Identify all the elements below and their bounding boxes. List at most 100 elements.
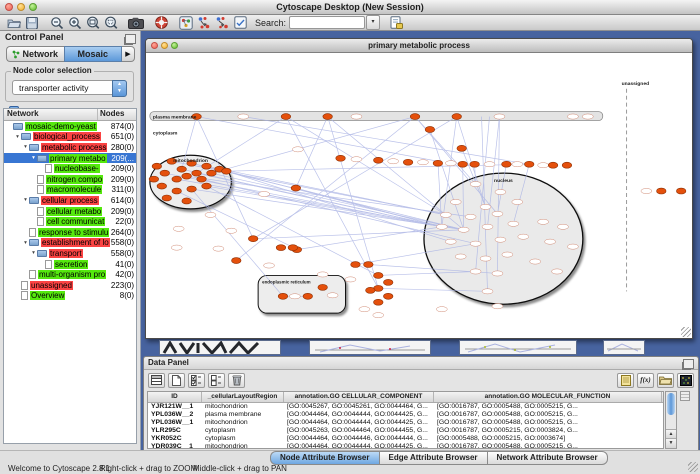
table-scrollbar[interactable]: ▲ ▼ bbox=[665, 391, 677, 449]
column-header-3[interactable]: annotation.GO MOLECULAR_FUNCTION bbox=[434, 392, 662, 402]
tab-network[interactable]: Network bbox=[6, 46, 64, 62]
network-minimize-button[interactable] bbox=[161, 42, 168, 49]
import-attributes-icon[interactable] bbox=[657, 373, 674, 388]
tree-column-network[interactable]: Network bbox=[4, 109, 98, 120]
file-icon bbox=[45, 164, 52, 173]
background-window-2[interactable] bbox=[309, 340, 431, 355]
scroll-down-icon[interactable]: ▼ bbox=[666, 438, 676, 448]
tree-row-6[interactable]: macromolecule311(0) bbox=[4, 185, 136, 196]
annotation-icon[interactable] bbox=[231, 15, 249, 30]
column-header-2[interactable]: annotation.GO CELLULAR_COMPONENT bbox=[284, 392, 434, 402]
tree-row-4[interactable]: nucleobase-209(0) bbox=[4, 163, 136, 174]
tree-row-label: unassigned bbox=[30, 281, 73, 290]
tree-row-1[interactable]: ▾biological_process651(0) bbox=[4, 132, 136, 143]
tree-row-3[interactable]: ▾primary metabo209(... bbox=[4, 153, 136, 164]
zoom-in-icon[interactable] bbox=[66, 15, 84, 30]
layout-icon-1[interactable] bbox=[195, 15, 213, 30]
tab-node-attribute-browser[interactable]: Node Attribute Browser bbox=[270, 451, 379, 465]
column-header-1[interactable]: _cellularLayoutRegion bbox=[202, 392, 284, 402]
expand-arrow-icon[interactable]: ▾ bbox=[30, 155, 37, 161]
delete-attribute-icon[interactable] bbox=[228, 373, 245, 388]
table-row[interactable]: YJR121W__1mitochondrion[GO:0045267, GO:0… bbox=[148, 403, 663, 411]
node-color-select[interactable]: transporter activity ▲▼ bbox=[12, 80, 127, 95]
expand-arrow-icon[interactable]: ▾ bbox=[22, 144, 29, 150]
label-cytoplasm: cytoplasm bbox=[153, 130, 178, 136]
snapshot-icon[interactable] bbox=[127, 15, 145, 30]
data-panel-title[interactable]: Data Panel bbox=[144, 357, 698, 370]
window-resize-grip[interactable] bbox=[688, 462, 698, 472]
background-window-1[interactable] bbox=[159, 340, 281, 355]
tree-row-15[interactable]: unassigned223(0) bbox=[4, 280, 136, 291]
tree-row-11[interactable]: ▾establishment of lo558(0) bbox=[4, 238, 136, 249]
table-row[interactable]: YLR295Ccytoplasm[GO:0045263, GO:0044464,… bbox=[148, 427, 663, 435]
table-cell: YKR052C bbox=[148, 435, 202, 443]
tree-row-16[interactable]: Overview8(0) bbox=[4, 291, 136, 302]
attribute-batch-icon[interactable] bbox=[387, 15, 405, 30]
tree-row-10[interactable]: response to stimulu264(0) bbox=[4, 227, 136, 238]
network-view-window[interactable]: primary metabolic process bbox=[145, 38, 693, 339]
tree-row-5[interactable]: nitrogen compo209(0) bbox=[4, 174, 136, 185]
matrix-icon[interactable] bbox=[677, 373, 694, 388]
tree-row-label: multi-organism pro bbox=[38, 270, 106, 279]
float-panel-icon[interactable] bbox=[125, 34, 136, 44]
network-resize-grip[interactable] bbox=[681, 327, 691, 337]
new-attribute-icon[interactable] bbox=[168, 373, 185, 388]
tree-row-13[interactable]: secretion41(0) bbox=[4, 259, 136, 270]
tree-row-9[interactable]: cell communicat22(0) bbox=[4, 216, 136, 227]
tree-row-14[interactable]: multi-organism pro42(0) bbox=[4, 269, 136, 280]
unselect-all-attributes-icon[interactable] bbox=[208, 373, 225, 388]
search-dropdown-button[interactable]: ▾ bbox=[366, 15, 380, 30]
tree-row-12[interactable]: ▾transport558(0) bbox=[4, 248, 136, 259]
table-icon[interactable] bbox=[148, 373, 165, 388]
table-row[interactable]: YDR039C__1mitochondrion[GO:0044464, GO:0… bbox=[148, 443, 663, 449]
browser-tabs: Node Attribute BrowserEdge Attribute Bro… bbox=[270, 451, 608, 465]
table-cell: [GO:0005488, GO:0005215, GO:0003674] bbox=[434, 435, 662, 443]
network-zoom-button[interactable] bbox=[171, 42, 178, 49]
table-row[interactable]: YPL036W__1mitochondrion[GO:0044464, GO:0… bbox=[148, 419, 663, 427]
background-window-4[interactable] bbox=[603, 340, 645, 355]
zoom-selected-icon[interactable] bbox=[102, 15, 120, 30]
tab-edge-attribute-browser[interactable]: Edge Attribute Browser bbox=[379, 451, 487, 465]
tree-row-7[interactable]: ▾cellular process614(0) bbox=[4, 195, 136, 206]
tree-column-nodes[interactable]: Nodes bbox=[98, 109, 136, 120]
expand-arrow-icon[interactable]: ▾ bbox=[22, 240, 29, 246]
zoom-out-icon[interactable] bbox=[48, 15, 66, 30]
table-row[interactable]: YPL036W__2plasma membrane[GO:0044464, GO… bbox=[148, 411, 663, 419]
expand-arrow-icon[interactable]: ▾ bbox=[22, 197, 29, 203]
network-close-button[interactable] bbox=[151, 42, 158, 49]
expand-arrow-icon[interactable]: ▾ bbox=[14, 134, 21, 140]
table-cell: [GO:0045263, GO:0044464, GO:0044455, G..… bbox=[284, 427, 434, 435]
tab-overflow-button[interactable]: ▶ bbox=[122, 46, 135, 62]
layout-icon-2[interactable] bbox=[213, 15, 231, 30]
tab-network-attribute-browser[interactable]: Network Attribute Browser bbox=[487, 451, 608, 465]
scrollbar-thumb[interactable] bbox=[667, 393, 675, 415]
function-builder-icon[interactable]: f(x) bbox=[637, 373, 654, 388]
background-window-3[interactable] bbox=[459, 340, 577, 355]
tree-row-8[interactable]: cellular metabo209(0) bbox=[4, 206, 136, 217]
window-titlebar[interactable]: Cytoscape Desktop (New Session) bbox=[0, 0, 700, 15]
tree-row-2[interactable]: ▾metabolic process280(0) bbox=[4, 142, 136, 153]
table-row[interactable]: YKR052Ccytoplasm[GO:0044464, GO:0044446,… bbox=[148, 435, 663, 443]
region-plasma-membrane bbox=[150, 112, 603, 121]
expand-arrow-icon[interactable]: ▾ bbox=[30, 250, 37, 256]
save-icon[interactable] bbox=[23, 15, 41, 30]
network-window-titlebar[interactable]: primary metabolic process bbox=[146, 39, 692, 53]
table-cell: [GO:0044464, GO:0044444, GO:0044425, G..… bbox=[284, 443, 434, 449]
network-overview-icon[interactable] bbox=[177, 15, 195, 30]
table-cell: YLR295C bbox=[148, 427, 202, 435]
column-header-0[interactable]: ID bbox=[148, 392, 202, 402]
help-icon[interactable] bbox=[152, 15, 170, 30]
notepad-icon[interactable] bbox=[617, 373, 634, 388]
combo-stepper-icon[interactable]: ▲▼ bbox=[112, 80, 127, 97]
tree-row-0[interactable]: mosaic-demo-yeast874(0) bbox=[4, 121, 136, 132]
open-icon[interactable] bbox=[5, 15, 23, 30]
tree-row-label: macromolecule bbox=[46, 185, 102, 194]
select-all-attributes-icon[interactable] bbox=[188, 373, 205, 388]
table-options-icon[interactable] bbox=[680, 391, 690, 401]
data-panel-float-icon[interactable] bbox=[683, 359, 694, 369]
tab-mosaic[interactable]: Mosaic bbox=[64, 46, 123, 62]
folder-icon bbox=[21, 133, 31, 140]
network-canvas[interactable]: plasma membrane cytoplasm mitochondrion … bbox=[146, 53, 692, 338]
zoom-fit-icon[interactable] bbox=[84, 15, 102, 30]
search-input[interactable] bbox=[289, 16, 365, 29]
